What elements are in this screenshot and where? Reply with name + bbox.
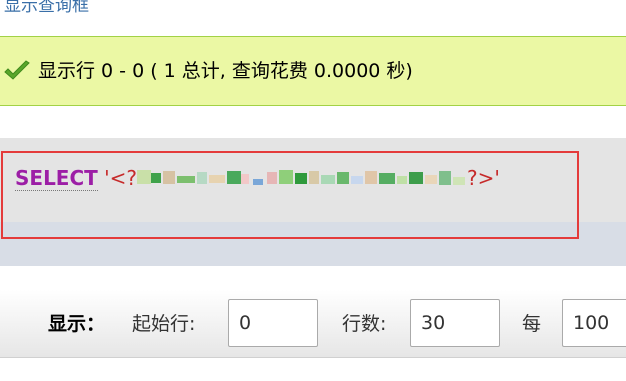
per-rows-input[interactable] (562, 299, 626, 347)
sql-string-close: ?>' (467, 166, 500, 190)
result-summary: 显示行 0 - 0 ( 1 总计, 查询花费 0.0000 秒) (38, 60, 413, 82)
redacted-content (137, 170, 466, 185)
start-row-label: 起始行: (132, 313, 196, 335)
row-count-label: 行数: (342, 313, 387, 335)
navigation-toolbar: 显示： 起始行: 行数: 每 (0, 290, 626, 358)
row-count-input[interactable] (410, 299, 500, 347)
sql-query-text: SELECT '<? ?>' (15, 163, 500, 193)
start-row-input[interactable] (228, 299, 318, 347)
sql-keyword-select[interactable]: SELECT (15, 166, 98, 191)
per-label: 每 (522, 313, 542, 335)
show-query-box-link[interactable]: 显示查询框 (4, 0, 89, 18)
checkmark-icon (4, 60, 30, 80)
show-label: 显示： (48, 313, 106, 335)
sql-string-open: '<? (104, 166, 138, 190)
success-message-bar: 显示行 0 - 0 ( 1 总计, 查询花费 0.0000 秒) (0, 36, 626, 106)
